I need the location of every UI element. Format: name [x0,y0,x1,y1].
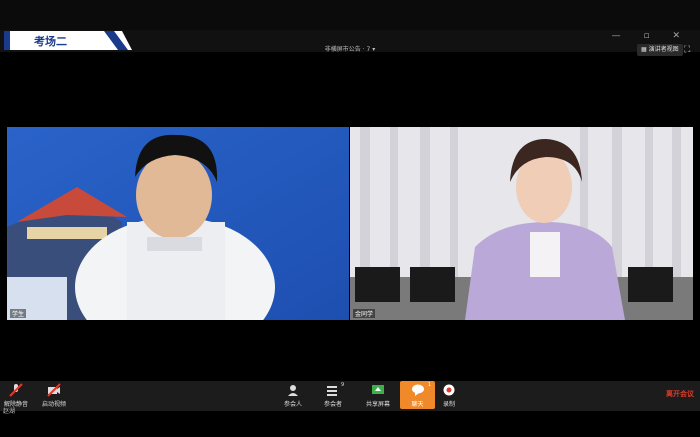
bottom-bar [0,414,700,437]
start-video-label: 启动视频 [42,401,67,408]
record-button[interactable]: 录制 [442,383,456,408]
fullscreen-icon[interactable]: ⛶ [684,44,696,56]
record-icon [443,384,455,396]
attendees-label: 参会者 [324,401,343,408]
speaker-view-label: 演讲者视图 [648,46,679,53]
share-screen-icon [372,385,384,394]
share-screen-label: 共享屏幕 [366,401,391,408]
participant-name-left: 学生 [10,309,27,318]
microphone-muted-icon [9,383,23,397]
participants-button[interactable]: 参会人 [284,383,302,408]
leave-meeting-button[interactable]: 离开会议 [666,389,694,399]
attendees-count: 9 [341,382,345,388]
chat-badge: 1 [427,382,431,388]
video-off-icon [47,383,61,397]
participants-label: 参会人 [284,401,303,408]
video-tile-host[interactable]: 金同学 [350,127,693,320]
chat-button[interactable]: 聊天 1 [400,381,435,409]
participant-name-right: 金同学 [353,309,376,318]
student-video-frame [7,127,349,320]
meeting-toolbar: 解除静音 启动视频 参会人 参会者 9 共享屏幕 聊天 1 录制 离开会议 [0,381,700,411]
host-video-frame [350,127,693,320]
video-tile-student[interactable]: 学生 [7,127,349,320]
meeting-info[interactable]: 非横屏市公告 · 7 ▾ [0,44,700,53]
chat-label: 聊天 [411,401,424,408]
record-label: 录制 [442,401,455,408]
chat-icon [411,384,424,396]
top-strip [0,0,700,30]
start-video-button[interactable]: 启动视频 [42,383,66,408]
participants-icon [288,385,298,396]
speaker-view-button[interactable]: ▦ 演讲者视图 [637,44,683,56]
speaker-view-icon: ▦ [641,46,647,53]
attendees-icon [327,386,337,396]
attendees-button[interactable]: 参会者 9 [324,382,345,408]
share-screen-button[interactable]: 共享屏幕 [366,383,390,408]
unmute-button[interactable]: 解除静音 [4,383,28,408]
window-controls[interactable]: — ▫ ✕ [612,31,690,41]
